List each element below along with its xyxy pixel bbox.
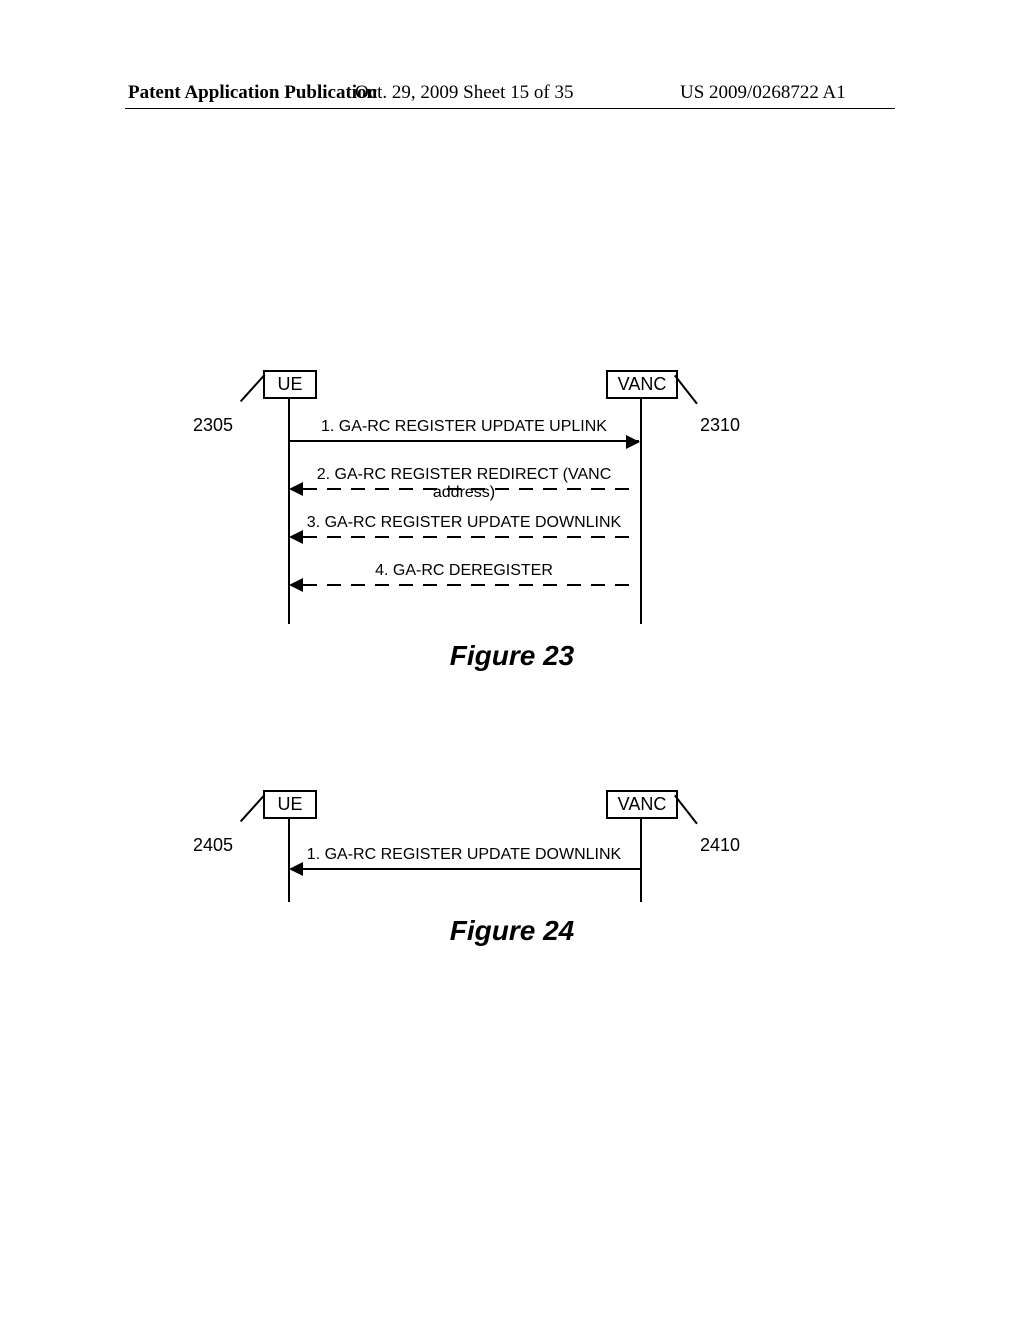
vanc-ref-2410: 2410 — [700, 835, 740, 856]
ue-node-label: UE — [277, 374, 302, 394]
header-rule — [125, 108, 895, 109]
ue-ref-2405: 2405 — [193, 835, 233, 856]
vanc-node-label: VANC — [618, 374, 667, 394]
vanc-node-24-label: VANC — [618, 794, 667, 814]
msg-1-text: 1. GA-RC REGISTER UPDATE UPLINK — [288, 418, 640, 436]
msg-2-arrow — [289, 481, 641, 497]
vanc-node: VANC — [606, 370, 678, 399]
pub-number: US 2009/0268722 A1 — [680, 82, 846, 104]
ue-node: UE — [263, 370, 317, 399]
ue-leader-24 — [240, 794, 266, 822]
figure-24: UE 2405 VANC 2410 1. GA-RC REGISTER UPDA… — [0, 790, 1024, 930]
ue-leader — [240, 374, 266, 402]
msg-3-arrow — [289, 529, 641, 545]
ue-node-24-label: UE — [277, 794, 302, 814]
ue-node-24: UE — [263, 790, 317, 819]
msg-24-1-arrow — [289, 861, 641, 877]
msg-1-arrow — [290, 440, 639, 442]
date-sheet: Oct. 29, 2009 Sheet 15 of 35 — [355, 82, 573, 104]
vanc-ref-2310: 2310 — [700, 415, 740, 436]
page: Patent Application Publication Oct. 29, … — [0, 0, 1024, 1320]
ue-ref-2305: 2305 — [193, 415, 233, 436]
vanc-node-24: VANC — [606, 790, 678, 819]
pub-type: Patent Application Publication — [128, 82, 377, 104]
figure-23-caption: Figure 23 — [0, 640, 1024, 672]
msg-4-arrow — [289, 577, 641, 593]
figure-24-caption: Figure 24 — [0, 915, 1024, 947]
